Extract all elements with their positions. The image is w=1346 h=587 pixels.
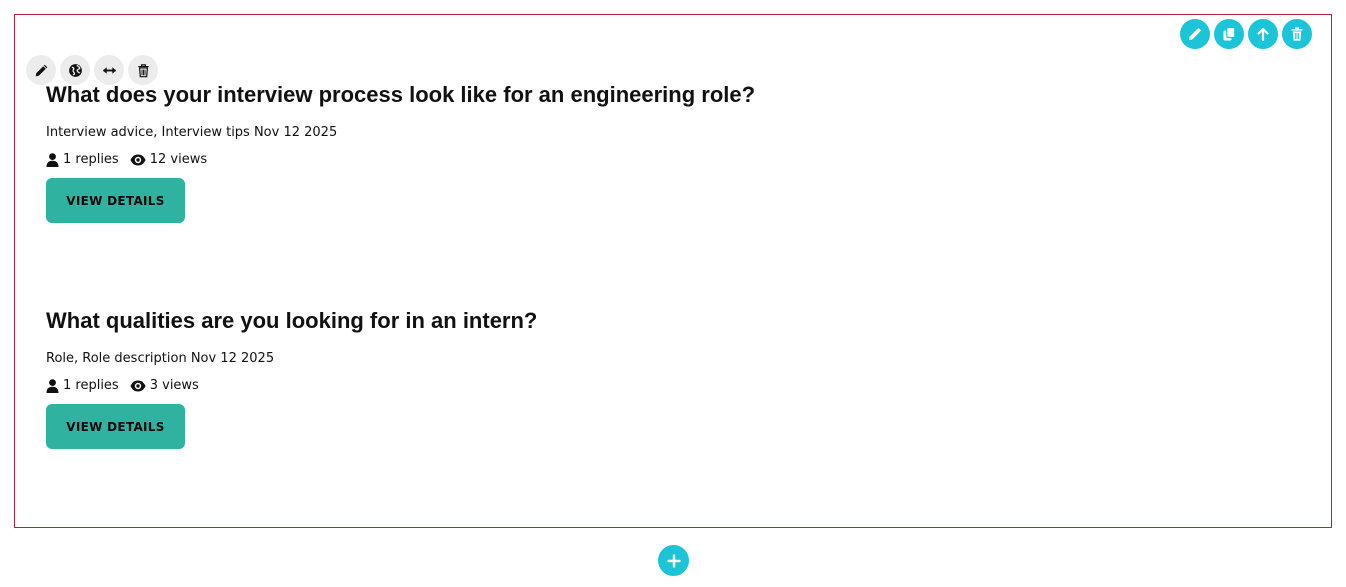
view-details-button[interactable]: VIEW DETAILS: [46, 178, 185, 223]
replies-stat: 1 replies: [46, 378, 119, 393]
replies-count: 1 replies: [63, 152, 119, 167]
eye-icon: [130, 154, 146, 166]
views-count: 3 views: [149, 378, 199, 393]
arrow-up-icon: [1255, 26, 1271, 42]
plus-icon: [666, 553, 681, 568]
post-card: What does your interview process look li…: [46, 81, 755, 223]
view-details-button[interactable]: VIEW DETAILS: [46, 404, 185, 449]
views-stat: 12 views: [130, 152, 207, 167]
block-toolbar: [1180, 19, 1312, 49]
globe-icon: [68, 63, 83, 78]
views-count: 12 views: [149, 152, 208, 167]
edit-block-button[interactable]: [1180, 19, 1210, 49]
copy-icon: [1221, 26, 1237, 42]
eye-icon: [130, 380, 146, 392]
user-icon: [46, 152, 59, 167]
post-meta: Interview advice, Interview tips Nov 12 …: [46, 125, 338, 140]
add-block-button[interactable]: [658, 545, 689, 576]
views-stat: 3 views: [130, 378, 199, 393]
post-title: What qualities are you looking for in an…: [46, 308, 538, 333]
resize-horizontal-icon: [102, 63, 117, 78]
post-title: What does your interview process look li…: [46, 82, 756, 107]
replies-count: 1 replies: [63, 378, 119, 393]
post-stats: 1 replies 12 views: [46, 152, 755, 167]
pencil-icon: [34, 63, 49, 78]
user-icon: [46, 378, 59, 393]
trash-icon: [1289, 26, 1305, 42]
post-meta: Role, Role description Nov 12 2025: [46, 351, 275, 366]
post-stats: 1 replies 3 views: [46, 378, 537, 393]
trash-icon: [136, 63, 151, 78]
move-up-block-button[interactable]: [1248, 19, 1278, 49]
delete-block-button[interactable]: [1282, 19, 1312, 49]
pencil-icon: [1187, 26, 1203, 42]
post-card: What qualities are you looking for in an…: [46, 307, 537, 449]
duplicate-block-button[interactable]: [1214, 19, 1244, 49]
replies-stat: 1 replies: [46, 152, 119, 167]
